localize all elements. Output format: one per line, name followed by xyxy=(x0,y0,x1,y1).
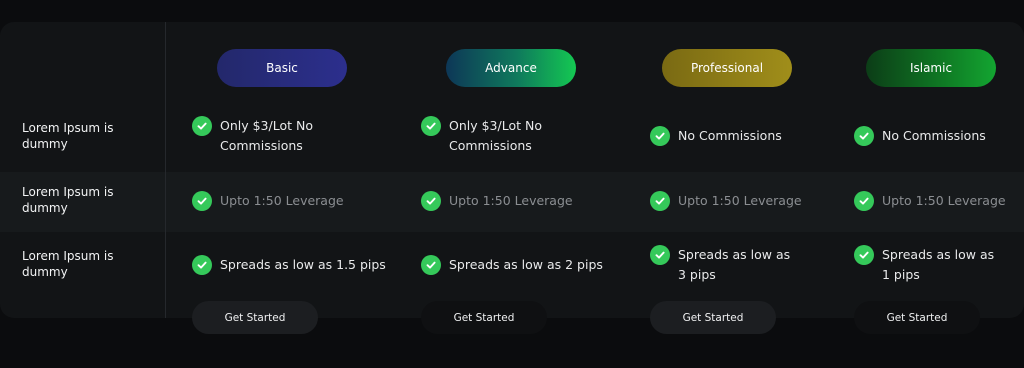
column-divider xyxy=(165,22,166,318)
row-label: Lorem Ipsum is dummy xyxy=(22,121,114,151)
feature-text: Spreads as low as 1.5 pips xyxy=(220,257,386,272)
plan-header-professional: Professional xyxy=(662,49,792,87)
feature-cell: Spreads as low as 1.5 pips xyxy=(192,255,402,275)
feature-cell: Only $3/Lot No Commissions xyxy=(421,116,561,156)
feature-cell: Spreads as low as 1 pips xyxy=(854,245,1004,285)
feature-text: Upto 1:50 Leverage xyxy=(449,193,573,208)
feature-text: No Commissions xyxy=(882,128,986,143)
check-circle-icon xyxy=(854,191,874,211)
feature-text: Only $3/Lot No Commissions xyxy=(220,118,313,153)
feature-cell: Upto 1:50 Leverage xyxy=(854,191,1019,211)
get-started-button-basic[interactable]: Get Started xyxy=(192,301,318,334)
row-label: Lorem Ipsum is dummy xyxy=(22,249,114,279)
feature-text: Only $3/Lot No Commissions xyxy=(449,118,542,153)
check-circle-icon xyxy=(192,191,212,211)
feature-cell: Spreads as low as 3 pips xyxy=(650,245,800,285)
feature-text: Upto 1:50 Leverage xyxy=(220,193,344,208)
feature-cell: No Commissions xyxy=(854,126,1014,146)
get-started-button-advance[interactable]: Get Started xyxy=(421,301,547,334)
check-circle-icon xyxy=(650,126,670,146)
feature-text: Upto 1:50 Leverage xyxy=(882,193,1006,208)
feature-cell: Only $3/Lot No Commissions xyxy=(192,116,332,156)
feature-cell: Upto 1:50 Leverage xyxy=(192,191,392,211)
check-circle-icon xyxy=(421,255,441,275)
plan-header-basic: Basic xyxy=(217,49,347,87)
feature-text: Spreads as low as 2 pips xyxy=(449,257,603,272)
feature-text: No Commissions xyxy=(678,128,782,143)
check-circle-icon xyxy=(650,191,670,211)
check-circle-icon xyxy=(854,126,874,146)
feature-text: Spreads as low as 3 pips xyxy=(678,247,791,282)
feature-cell: Upto 1:50 Leverage xyxy=(421,191,621,211)
get-started-button-islamic[interactable]: Get Started xyxy=(854,301,980,334)
get-started-button-professional[interactable]: Get Started xyxy=(650,301,776,334)
check-circle-icon xyxy=(421,116,441,136)
feature-cell: Upto 1:50 Leverage xyxy=(650,191,850,211)
check-circle-icon xyxy=(650,245,670,265)
feature-text: Spreads as low as 1 pips xyxy=(882,247,995,282)
check-circle-icon xyxy=(192,116,212,136)
check-circle-icon xyxy=(192,255,212,275)
plan-header-advance: Advance xyxy=(446,49,576,87)
row-label: Lorem Ipsum is dummy xyxy=(22,185,114,215)
feature-cell: Spreads as low as 2 pips xyxy=(421,255,631,275)
feature-text: Upto 1:50 Leverage xyxy=(678,193,802,208)
feature-cell: No Commissions xyxy=(650,126,810,146)
plan-header-islamic: Islamic xyxy=(866,49,996,87)
check-circle-icon xyxy=(421,191,441,211)
check-circle-icon xyxy=(854,245,874,265)
